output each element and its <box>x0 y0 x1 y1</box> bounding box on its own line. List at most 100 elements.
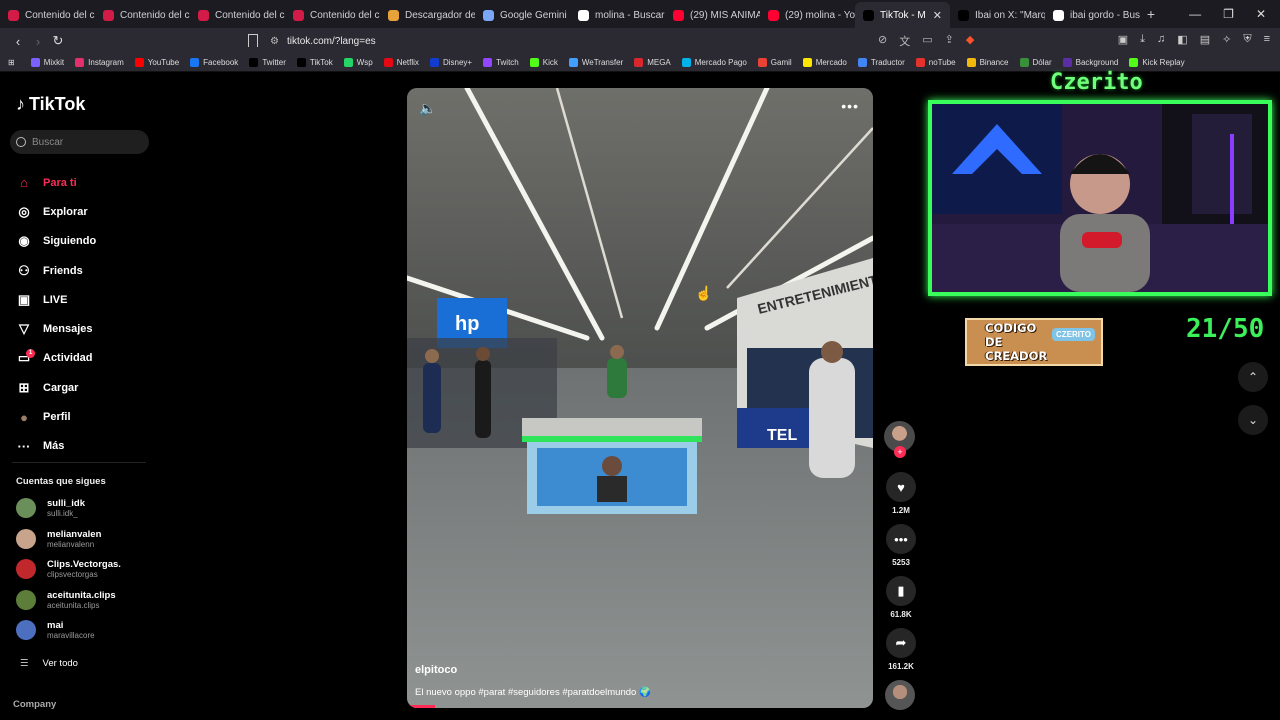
browser-tab[interactable]: Contenido del ca <box>95 2 190 28</box>
share-button[interactable]: ➦ 161.2K <box>885 628 917 671</box>
bookmark-item[interactable]: MEGA <box>634 58 671 67</box>
bookmark-item[interactable]: Traductor <box>857 58 905 67</box>
browser-tab[interactable]: TikTok - M ✕ <box>855 2 950 28</box>
browser-tab[interactable]: ibai gordo - Busc <box>1045 2 1140 28</box>
browser-tab[interactable]: Google Gemini <box>475 2 570 28</box>
close-tab-icon[interactable]: ✕ <box>933 9 942 22</box>
back-icon[interactable]: ‹ <box>8 34 28 49</box>
next-video-button[interactable]: ⌄ <box>1238 405 1268 435</box>
vpn-icon[interactable]: ⛨ <box>1243 33 1251 46</box>
nav-item-parati[interactable]: ⌂ Para ti <box>16 168 96 197</box>
save-button[interactable]: ▮ 61.8K <box>885 576 917 619</box>
maximize-icon[interactable]: ❐ <box>1223 7 1234 21</box>
avatar <box>16 528 36 549</box>
see-all-link[interactable]: ☰ Ver todo <box>20 658 78 669</box>
following-item[interactable]: sulli_idk sulli.idk_ <box>16 498 85 518</box>
nav-item-perfil[interactable]: ● Perfil <box>16 402 96 431</box>
video-author[interactable]: elpitoco <box>415 664 457 676</box>
bookmark-item[interactable]: Gamil <box>757 58 792 67</box>
browser-tab[interactable]: (29) MIS ANIMAL <box>665 2 760 28</box>
bookmark-item[interactable]: Instagram <box>75 58 124 67</box>
search-input[interactable]: Buscar <box>10 130 149 154</box>
video-player[interactable]: hp ENTRETENIMIENTO TEL ☝ 🔈 ••• elpitoco … <box>407 88 873 708</box>
cast-icon[interactable]: ▭ <box>922 33 932 49</box>
forward-icon[interactable]: › <box>28 34 48 49</box>
previous-video-button[interactable]: ⌃ <box>1238 362 1268 392</box>
bookmark-item[interactable]: Disney+ <box>429 58 472 67</box>
like-button[interactable]: ♥ 1.2M <box>885 472 917 515</box>
tab-favicon-icon <box>863 9 874 21</box>
share-icon[interactable]: ⇪ <box>945 33 954 49</box>
more-options-icon[interactable]: ••• <box>841 98 859 114</box>
bookmark-item[interactable]: YouTube <box>134 58 179 67</box>
sidebar-toggle-icon[interactable]: ◧ <box>1177 33 1187 46</box>
browser-tab[interactable]: Contenido del ca <box>0 2 95 28</box>
wallet-icon[interactable]: ▤ <box>1200 33 1210 46</box>
follow-plus-icon[interactable]: + <box>894 446 906 458</box>
shield-icon[interactable]: ◆ <box>966 33 974 49</box>
site-info-icon[interactable]: ⚙ <box>270 36 279 47</box>
bookmark-item[interactable]: Kick <box>529 58 558 67</box>
bookmark-item[interactable]: Dólar <box>1019 58 1052 67</box>
tiktok-logo[interactable]: ♪ TikTok <box>16 94 85 115</box>
nav-item-live[interactable]: ▣ LIVE <box>16 285 96 314</box>
nav-item-mensajes[interactable]: ▽ Mensajes <box>16 314 96 343</box>
comment-button[interactable]: ••• 5253 <box>885 524 917 567</box>
ai-icon[interactable]: ✧ <box>1222 33 1231 46</box>
minimize-icon[interactable]: — <box>1189 7 1201 21</box>
bookmark-item[interactable]: Twitter <box>249 58 286 67</box>
browser-tab[interactable]: molina - Buscar c <box>570 2 665 28</box>
bookmark-item[interactable]: Kick Replay <box>1129 58 1185 67</box>
apps-icon[interactable]: ⊞ <box>8 58 15 67</box>
browser-tab[interactable]: Ibai on X: "Marqu <box>950 2 1045 28</box>
bookmark-item[interactable]: Facebook <box>190 58 238 67</box>
nav-item-ms[interactable]: ··· Más <box>16 432 96 461</box>
tab-search-icon[interactable]: ▣ <box>1118 33 1128 46</box>
browser-tab[interactable]: Contenido del ca <box>285 2 380 28</box>
nav-item-explorar[interactable]: ◎ Explorar <box>16 197 96 226</box>
close-window-icon[interactable]: ✕ <box>1256 7 1266 21</box>
browser-tab[interactable]: Descargador de T <box>380 2 475 28</box>
bookmark-item[interactable]: Mercado <box>802 58 847 67</box>
nav-item-actividad[interactable]: ▭ 1 Actividad <box>16 344 96 373</box>
see-all-label: Ver todo <box>42 658 78 669</box>
browser-tab[interactable]: Contenido del ca <box>190 2 285 28</box>
new-tab-button[interactable]: + <box>1140 6 1162 22</box>
bookmark-item[interactable]: WeTransfer <box>568 58 623 67</box>
bookmark-item[interactable]: TikTok <box>296 58 333 67</box>
logo-text: TikTok <box>29 94 86 114</box>
bookmark-item[interactable]: Binance <box>966 58 1009 67</box>
nav-item-siguiendo[interactable]: ◉ Siguiendo <box>16 227 96 256</box>
bookmark-label: TikTok <box>309 58 333 67</box>
reload-icon[interactable]: ↻ <box>48 33 68 49</box>
following-icon: ◉ <box>18 233 30 249</box>
bookmark-favicon-icon <box>802 58 812 67</box>
search-icon <box>16 137 26 147</box>
menu-icon[interactable]: ≡ <box>1264 33 1270 46</box>
bookmark-item[interactable]: Netflix <box>383 58 419 67</box>
following-item[interactable]: melianvalen melianvalenn <box>16 528 101 549</box>
download-icon[interactable]: ⤓ <box>1140 33 1145 46</box>
following-item[interactable]: Clips.Vectorgas. clipsvectorgas <box>16 559 121 580</box>
bookmark-item[interactable]: Mercado Pago <box>681 58 747 67</box>
following-item[interactable]: mai maravillacore <box>16 620 95 641</box>
nav-item-friends[interactable]: ⚇ Friends <box>16 256 96 285</box>
bookmark-item[interactable]: noTube <box>915 58 956 67</box>
company-link[interactable]: Company <box>13 699 56 710</box>
volume-icon[interactable]: 🔈 <box>419 100 436 117</box>
bookmark-item[interactable]: Background <box>1062 58 1118 67</box>
music-avatar[interactable] <box>885 680 915 710</box>
video-progress[interactable] <box>407 705 435 708</box>
bookmark-page-icon[interactable] <box>248 34 258 47</box>
browser-tab[interactable]: (29) molina - You <box>760 2 855 28</box>
bookmark-item[interactable]: Twitch <box>483 58 519 67</box>
bookmark-item[interactable]: Mixkit <box>30 58 64 67</box>
nav-item-cargar[interactable]: ⊞ Cargar <box>16 373 96 402</box>
tab-favicon-icon <box>103 9 114 21</box>
url-text: tiktok.com/?lang=es <box>286 35 376 47</box>
bookmark-item[interactable]: Wsp <box>343 58 373 67</box>
media-icon[interactable]: ♫ <box>1157 33 1165 46</box>
translate-icon[interactable]: 文 <box>899 33 910 49</box>
pip-icon[interactable]: ⊘ <box>878 33 887 49</box>
following-item[interactable]: aceitunita.clips aceitunita.clips <box>16 589 116 610</box>
